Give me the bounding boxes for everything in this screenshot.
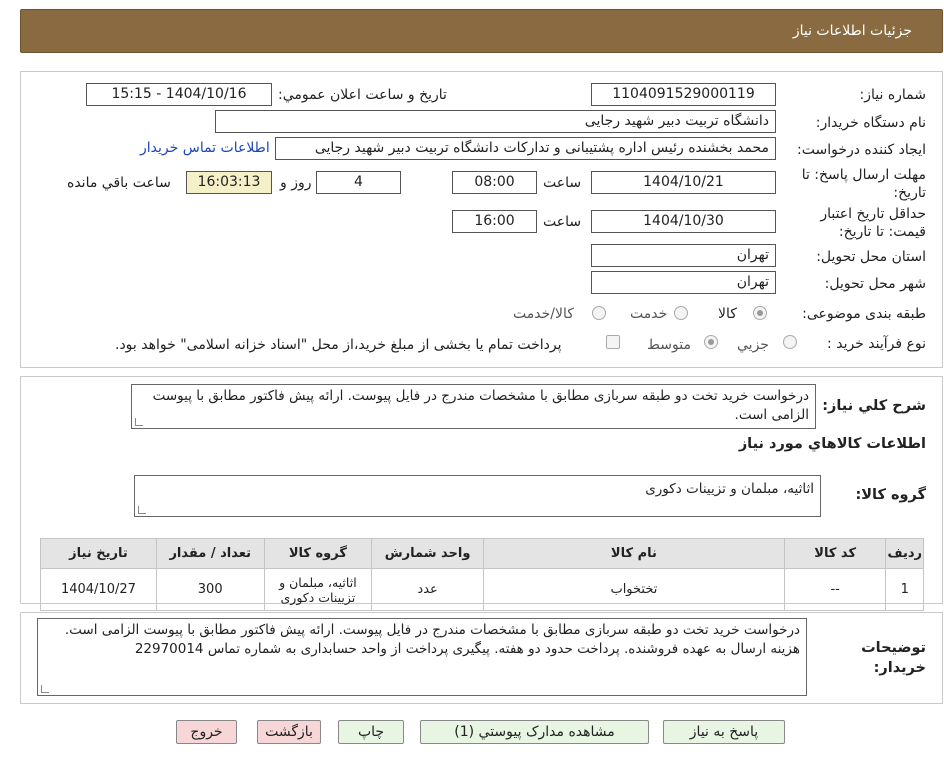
category-both-label: کالا/خدمت [513,306,574,322]
process-medium-label: متوسط [647,337,691,353]
announce-label: تاریخ و ساعت اعلان عمومي: [278,87,447,103]
remaining-time-field: 16:03:13 [186,171,272,194]
page-title: جزئیات اطلاعات نیاز [792,23,912,39]
validity-time-label: ساعت [543,214,582,230]
cell-row: 1 [885,568,924,611]
goods-group-label: گروه کالا: [855,487,926,503]
requester-label: ايجاد کننده درخواست: [797,142,926,158]
buyer-contact-link[interactable]: اطلاعات تماس خريدار [140,140,270,156]
buyer-notes-label: توضيحات خريدار: [861,640,926,676]
validity-date-field: 1404/10/30 [591,210,776,233]
province-label: استان محل تحويل: [816,249,926,265]
deadline-time-label: ساعت [543,175,582,191]
col-row: رديف [885,538,924,569]
category-goods-radio[interactable] [753,306,767,320]
process-minor-label: جزيي [737,337,769,353]
deadline-label: مهلت ارسال پاسخ: تا تاریخ: [801,167,926,201]
category-service-radio[interactable] [674,306,688,320]
treasury-checkbox[interactable] [606,335,620,349]
cell-name: تختخواب [482,568,785,611]
payment-note: پرداخت تمام یا بخشی از مبلغ خرید،از محل … [115,337,562,353]
need-number-field: 1104091529000119 [591,83,776,106]
process-minor-radio[interactable] [783,335,797,349]
items-table: رديف کد کالا نام کالا واحد شمارش گروه کا… [40,538,924,611]
validity-time-field: 16:00 [452,210,537,233]
reply-button[interactable]: پاسخ به نياز [663,720,785,744]
deadline-date-field: 1404/10/21 [591,171,776,194]
buyer-notes-text: درخواست خرید تخت دو طبقه سربازی مطابق با… [64,622,800,657]
view-attachments-button[interactable]: مشاهده مدارک پيوستي (1) [420,720,649,744]
exit-button[interactable]: خروج [176,720,237,744]
category-label: طبقه بندی موضوعی: [802,306,926,322]
days-label: روز و [280,175,312,191]
goods-group-textarea[interactable]: اثاثیه، مبلمان و تزیینات دکوری [134,475,821,517]
cell-code: -- [783,568,887,611]
category-goods-label: کالا [718,306,737,322]
col-date: تاريخ نياز [40,538,157,569]
buyer-org-label: نام دستگاه خريدار: [815,115,926,131]
goods-group-value: اثاثیه، مبلمان و تزیینات دکوری [645,481,814,497]
cell-date: 1404/10/27 [40,568,157,611]
table-row: 1 -- تختخواب عدد اثاثیه، مبلمان و تزیینا… [40,568,924,611]
requester-field: محمد بخشنده رئیس اداره پشتیبانی و تدارکا… [275,137,776,160]
table-header-row: رديف کد کالا نام کالا واحد شمارش گروه کا… [40,538,924,569]
remaining-label: ساعت باقي مانده [67,175,171,191]
announce-field: 1404/10/16 - 15:15 [86,83,272,106]
category-both-radio[interactable] [592,306,606,320]
resize-grip-icon[interactable] [135,418,143,426]
description-textarea[interactable]: درخواست خرید تخت دو طبقه سربازی مطابق با… [131,384,816,429]
description-label: شرح کلي نياز: [822,398,926,414]
buyer-org-field: دانشگاه تربیت دبیر شهید رجایی [215,110,776,133]
col-unit: واحد شمارش [371,538,484,569]
col-group: گروه کالا [263,538,373,569]
need-number-label: شماره نیاز: [859,87,927,103]
category-service-label: خدمت [630,306,668,322]
col-qty: تعداد / مقدار [155,538,265,569]
deadline-time-field: 08:00 [452,171,537,194]
col-name: نام کالا [482,538,785,569]
cell-qty: 300 [155,568,265,611]
resize-grip-icon[interactable] [41,685,49,693]
back-button[interactable]: بازگشت [257,720,321,744]
col-code: کد کالا [783,538,887,569]
items-section-title: اطلاعات کالاهاي مورد نياز [738,436,926,452]
description-text: درخواست خرید تخت دو طبقه سربازی مطابق با… [152,388,809,423]
validity-label: حداقل تاريخ اعتبار قيمت: تا تاریخ: [820,206,926,240]
buyer-notes-textarea[interactable]: درخواست خرید تخت دو طبقه سربازی مطابق با… [37,618,807,696]
page-header: جزئیات اطلاعات نیاز [20,9,943,53]
process-label: نوع فرآیند خرید : [827,336,926,352]
city-field: تهران [591,271,776,294]
process-medium-radio[interactable] [704,335,718,349]
city-label: شهر محل تحويل: [824,276,926,292]
days-field: 4 [316,171,401,194]
province-field: تهران [591,244,776,267]
print-button[interactable]: چاپ [338,720,404,744]
cell-unit: عدد [371,568,484,611]
cell-group: اثاثیه، مبلمان و تزیینات دکوری [263,568,373,611]
resize-grip-icon[interactable] [138,506,146,514]
